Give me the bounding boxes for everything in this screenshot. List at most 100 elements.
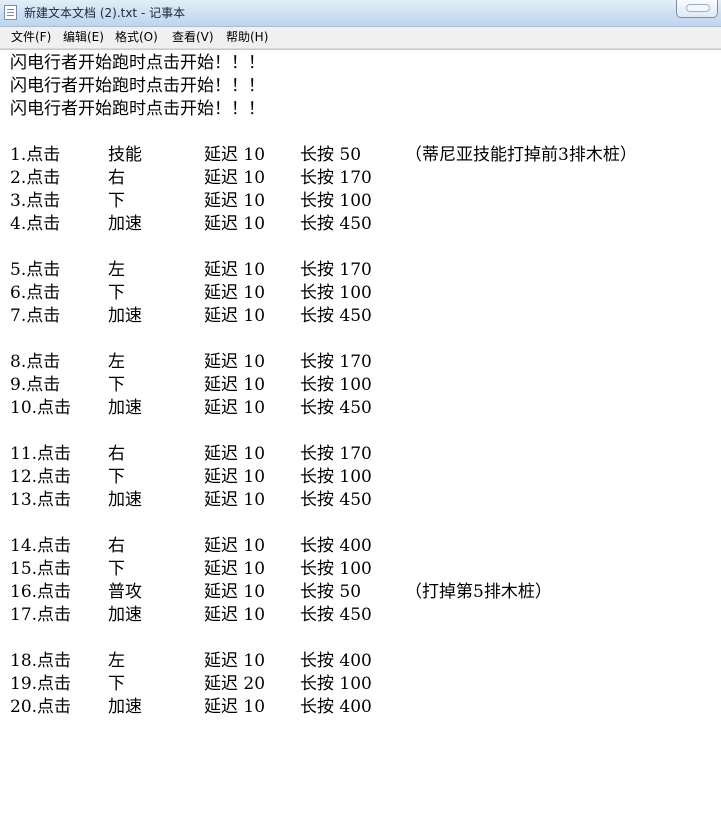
menu-help[interactable]: 帮助(H) <box>226 30 268 45</box>
step-hold: 长按 170 <box>300 444 372 464</box>
step-line: 10.点击 加速 延迟 10 长按 450 <box>10 397 372 420</box>
step-delay: 延迟 10 <box>204 375 266 395</box>
step-number: 12.点击 <box>10 467 72 487</box>
step-line: 15.点击 下 延迟 10 长按 100 <box>10 558 372 581</box>
close-button[interactable] <box>676 0 718 18</box>
step-line: 3.点击 下 延迟 10 长按 100 <box>10 190 372 213</box>
menu-file[interactable]: 文件(F) <box>11 30 51 45</box>
step-hold: 长按 100 <box>300 283 372 303</box>
step-hold: 长按 400 <box>300 536 372 556</box>
step-line: 16.点击 普攻 延迟 10 长按 50 （打掉第5排木桩） <box>10 581 552 604</box>
step-line: 7.点击 加速 延迟 10 长按 450 <box>10 305 372 328</box>
step-number: 15.点击 <box>10 559 72 579</box>
step-action: 下 <box>108 559 125 579</box>
step-number: 10.点击 <box>10 398 72 418</box>
step-delay: 延迟 10 <box>204 467 266 487</box>
step-hold: 长按 100 <box>300 467 372 487</box>
step-number: 16.点击 <box>10 582 72 602</box>
step-hold: 长按 50 <box>300 582 362 602</box>
step-action: 加速 <box>108 214 142 234</box>
step-line: 11.点击 右 延迟 10 长按 170 <box>10 443 372 466</box>
step-hold: 长按 170 <box>300 260 372 280</box>
step-action: 加速 <box>108 697 142 717</box>
step-number: 8.点击 <box>10 352 61 372</box>
step-note: （蒂尼亚技能打掉前3排木桩） <box>405 145 637 165</box>
text-line: 闪电行者开始跑时点击开始！！！ <box>10 76 265 96</box>
step-line: 5.点击 左 延迟 10 长按 170 <box>10 259 372 282</box>
step-line: 4.点击 加速 延迟 10 长按 450 <box>10 213 372 236</box>
step-number: 1.点击 <box>10 145 61 165</box>
step-hold: 长按 450 <box>300 398 372 418</box>
step-number: 5.点击 <box>10 260 61 280</box>
step-number: 11.点击 <box>10 444 72 464</box>
step-action: 左 <box>108 260 125 280</box>
menu-edit[interactable]: 编辑(E) <box>63 30 104 45</box>
step-line: 14.点击 右 延迟 10 长按 400 <box>10 535 372 558</box>
step-delay: 延迟 10 <box>204 352 266 372</box>
step-number: 6.点击 <box>10 283 61 303</box>
menu-view[interactable]: 查看(V) <box>172 30 214 45</box>
step-delay: 延迟 10 <box>204 283 266 303</box>
step-action: 下 <box>108 375 125 395</box>
step-hold: 长按 50 <box>300 145 362 165</box>
step-delay: 延迟 10 <box>204 145 266 165</box>
step-hold: 长按 450 <box>300 605 372 625</box>
step-number: 9.点击 <box>10 375 61 395</box>
step-line: 8.点击 左 延迟 10 长按 170 <box>10 351 372 374</box>
step-line: 18.点击 左 延迟 10 长按 400 <box>10 650 372 673</box>
step-action: 右 <box>108 536 125 556</box>
step-number: 7.点击 <box>10 306 61 326</box>
title-bar[interactable]: 新建文本文档 (2).txt - 记事本 <box>0 0 721 27</box>
step-line: 17.点击 加速 延迟 10 长按 450 <box>10 604 372 627</box>
step-action: 左 <box>108 352 125 372</box>
step-line: 12.点击 下 延迟 10 长按 100 <box>10 466 372 489</box>
step-delay: 延迟 10 <box>204 398 266 418</box>
step-action: 右 <box>108 444 125 464</box>
step-number: 19.点击 <box>10 674 72 694</box>
step-delay: 延迟 10 <box>204 490 266 510</box>
step-line: 9.点击 下 延迟 10 长按 100 <box>10 374 372 397</box>
step-line: 1.点击 技能 延迟 10 长按 50 （蒂尼亚技能打掉前3排木桩） <box>10 144 637 167</box>
step-delay: 延迟 20 <box>204 674 266 694</box>
step-action: 左 <box>108 651 125 671</box>
step-number: 20.点击 <box>10 697 72 717</box>
menu-bar: 文件(F) 编辑(E) 格式(O) 查看(V) 帮助(H) <box>0 27 721 49</box>
step-hold: 长按 170 <box>300 352 372 372</box>
step-line: 19.点击 下 延迟 20 长按 100 <box>10 673 372 696</box>
step-number: 17.点击 <box>10 605 72 625</box>
step-line: 2.点击 右 延迟 10 长按 170 <box>10 167 372 190</box>
step-delay: 延迟 10 <box>204 582 266 602</box>
step-action: 普攻 <box>108 582 142 602</box>
step-number: 18.点击 <box>10 651 72 671</box>
step-number: 3.点击 <box>10 191 61 211</box>
step-number: 13.点击 <box>10 490 72 510</box>
step-delay: 延迟 10 <box>204 559 266 579</box>
step-number: 4.点击 <box>10 214 61 234</box>
step-line: 6.点击 下 延迟 10 长按 100 <box>10 282 372 305</box>
step-hold: 长按 400 <box>300 697 372 717</box>
step-hold: 长按 450 <box>300 490 372 510</box>
step-hold: 长按 170 <box>300 168 372 188</box>
step-delay: 延迟 10 <box>204 605 266 625</box>
step-line: 20.点击 加速 延迟 10 长按 400 <box>10 696 372 719</box>
notepad-icon <box>4 5 17 20</box>
text-line: 闪电行者开始跑时点击开始！！！ <box>10 53 265 73</box>
step-delay: 延迟 10 <box>204 191 266 211</box>
step-action: 加速 <box>108 306 142 326</box>
menu-format[interactable]: 格式(O) <box>115 30 158 45</box>
step-hold: 长按 100 <box>300 559 372 579</box>
text-editor[interactable]: 闪电行者开始跑时点击开始！！！ 闪电行者开始跑时点击开始！！！ 闪电行者开始跑时… <box>0 49 721 728</box>
step-action: 下 <box>108 467 125 487</box>
step-action: 右 <box>108 168 125 188</box>
step-hold: 长按 100 <box>300 375 372 395</box>
step-delay: 延迟 10 <box>204 444 266 464</box>
step-delay: 延迟 10 <box>204 697 266 717</box>
step-delay: 延迟 10 <box>204 306 266 326</box>
step-action: 下 <box>108 191 125 211</box>
